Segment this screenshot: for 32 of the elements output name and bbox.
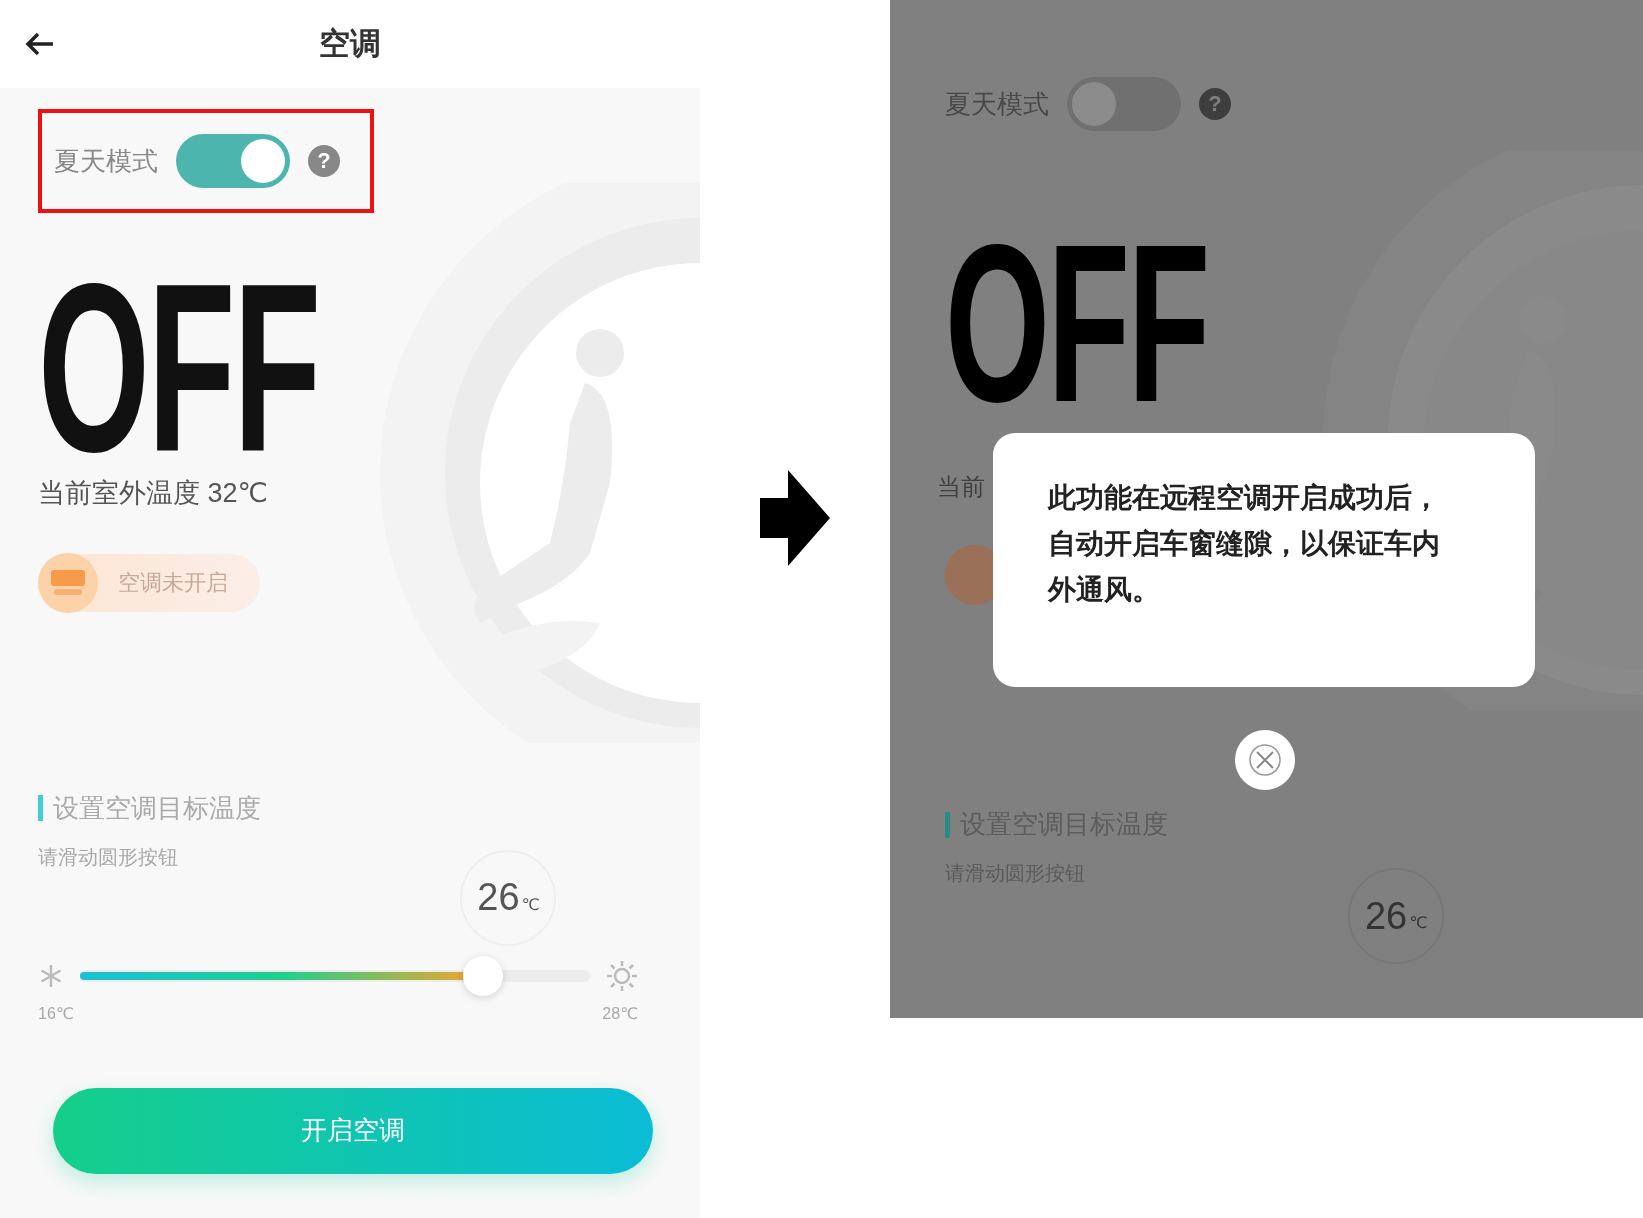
snowflake-icon [38,962,64,989]
unit-label: ℃ [521,894,540,915]
temperature-value: 26 [477,875,520,920]
status-text: OFF [945,226,1208,421]
arrow-icon [760,470,830,566]
mode-label: 夏天模式 [945,87,1049,121]
unit-label: ℃ [1409,913,1428,933]
help-icon[interactable]: ? [1199,88,1231,120]
temperature-value: 26 [1364,893,1408,939]
hint-text: 请滑动圆形按钮 [38,844,179,870]
mode-label: 夏天模式 [54,144,158,178]
status-text: OFF [38,268,319,468]
dialog-text: 此功能在远程空调开启成功后，自动开启车窗缝隙，以保证车内外通风。 [1048,481,1441,607]
close-icon [1248,743,1282,777]
back-icon[interactable] [25,31,55,57]
air-conditioner-icon [50,568,86,597]
outdoor-temperature: 当前室外温度 32℃ [38,477,268,510]
toggle-switch[interactable] [176,134,290,188]
outdoor-temperature: 当前 [937,472,985,502]
sun-icon [606,959,638,992]
accent-bar [38,795,43,821]
start-button[interactable]: 开启空调 [53,1087,653,1174]
screen-title: 空调 [318,24,382,63]
accent-bar [945,811,950,838]
close-button[interactable] [1235,730,1295,790]
toggle-switch[interactable] [1067,77,1181,131]
max-label: 28℃ [602,1003,638,1024]
min-label: 16℃ [38,1003,74,1024]
help-icon[interactable]: ? [308,145,340,177]
section-title: 设置空调目标温度 [53,791,261,825]
slider-thumb[interactable] [462,955,503,996]
badge-text: 空调未开启 [118,569,228,597]
